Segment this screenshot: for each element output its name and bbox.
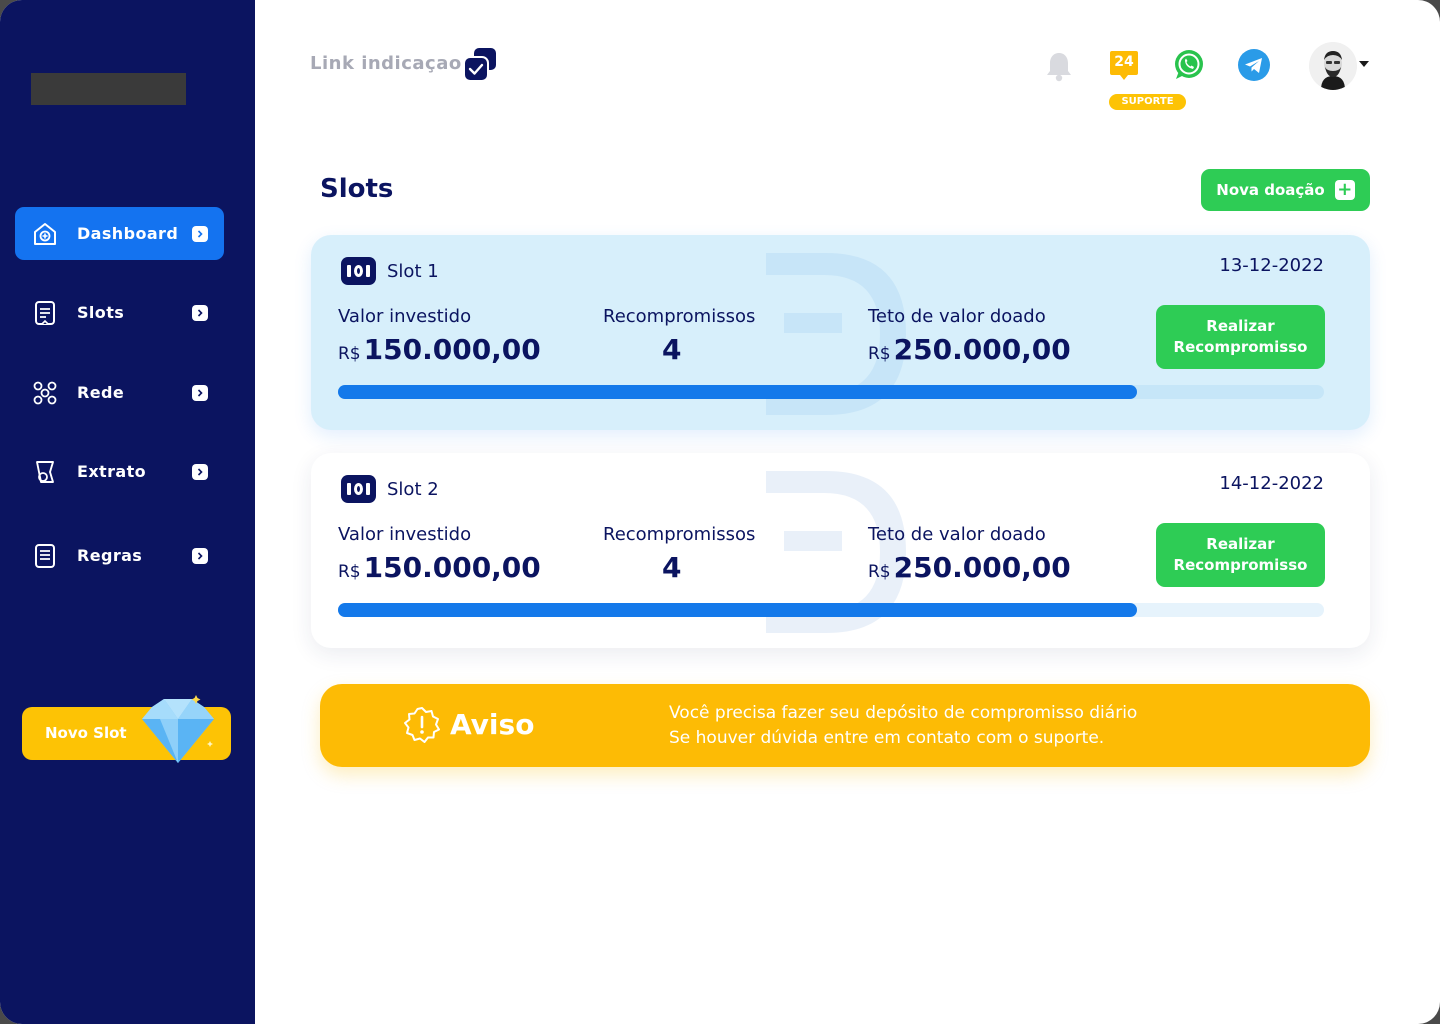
- slot-card: Slot 1 13-12-2022 Valor investido R$ 150.…: [311, 235, 1370, 430]
- invested-value: R$ 150.000,00: [338, 551, 541, 584]
- chevron-right-icon: [192, 463, 208, 480]
- page-title: Slots: [320, 174, 394, 204]
- warning-badge-icon: [403, 706, 441, 748]
- progress-fill: [338, 385, 1137, 399]
- slot-name: Slot 2: [387, 479, 439, 500]
- nova-doacao-label: Nova doação: [1216, 181, 1325, 199]
- slot-icon: [341, 475, 376, 503]
- novo-slot-label: Novo Slot: [45, 724, 127, 742]
- avatar[interactable]: [1309, 42, 1357, 90]
- copy-link-icon[interactable]: [462, 46, 498, 86]
- statement-icon: [31, 458, 59, 486]
- cap-value: R$ 250.000,00: [868, 551, 1071, 584]
- sidebar-item-regras[interactable]: Regras: [15, 529, 224, 582]
- realizar-recompromisso-button[interactable]: Realizar Recompromisso: [1156, 523, 1325, 587]
- chevron-right-icon: [192, 547, 208, 564]
- progress-fill: [338, 603, 1137, 617]
- referral-link-label: Link indicaçao: [310, 53, 462, 74]
- recommit-label: Recompromissos: [603, 306, 756, 327]
- slot-date: 14-12-2022: [1219, 473, 1324, 494]
- cap-label: Teto de valor doado: [868, 306, 1046, 327]
- sidebar-item-rede[interactable]: Rede: [15, 366, 224, 419]
- slot-date: 13-12-2022: [1219, 255, 1324, 276]
- diamond-icon: [136, 693, 220, 777]
- sidebar-item-label: Extrato: [77, 462, 147, 481]
- sidebar-item-slots[interactable]: Slots: [15, 286, 224, 339]
- progress-bar: [338, 603, 1324, 617]
- warning-banner: Aviso Você precisa fazer seu depósito de…: [320, 684, 1370, 767]
- support-24h-icon[interactable]: 24: [1109, 49, 1139, 87]
- network-icon: [31, 379, 59, 407]
- slot-icon: [341, 257, 376, 285]
- recommit-label: Recompromissos: [603, 524, 756, 545]
- whatsapp-icon[interactable]: [1173, 49, 1205, 85]
- telegram-icon[interactable]: [1238, 49, 1270, 85]
- chevron-right-icon: [192, 304, 208, 321]
- chevron-right-icon: [192, 384, 208, 401]
- warning-message: Você precisa fazer seu depósito de compr…: [669, 701, 1137, 751]
- support-badge[interactable]: SUPORTE: [1109, 94, 1186, 110]
- sidebar-item-label: Rede: [77, 383, 125, 402]
- chevron-right-icon: [192, 225, 208, 242]
- bell-icon[interactable]: [1045, 50, 1073, 86]
- logo-placeholder: [31, 73, 186, 105]
- slot-name: Slot 1: [387, 261, 439, 282]
- nova-doacao-button[interactable]: Nova doação +: [1201, 169, 1370, 211]
- invested-label: Valor investido: [338, 524, 472, 545]
- support-hours: 24: [1114, 54, 1134, 70]
- novo-slot-button[interactable]: Novo Slot: [22, 695, 231, 763]
- sidebar-item-extrato[interactable]: Extrato: [15, 445, 224, 498]
- sidebar: Dashboard Slots Rede Extrato Regras Novo…: [0, 0, 255, 1024]
- warning-line: Se houver dúvida entre em contato com o …: [669, 728, 1105, 748]
- app-frame: Dashboard Slots Rede Extrato Regras Novo…: [0, 0, 1440, 1024]
- progress-bar: [338, 385, 1324, 399]
- rules-icon: [31, 542, 59, 570]
- plus-icon: +: [1334, 180, 1355, 200]
- warning-line: Você precisa fazer seu depósito de compr…: [669, 703, 1138, 723]
- chevron-down-icon[interactable]: [1359, 61, 1369, 67]
- realizar-recompromisso-button[interactable]: Realizar Recompromisso: [1156, 305, 1325, 369]
- slot-card: Slot 2 14-12-2022 Valor investido R$ 150.…: [311, 453, 1370, 648]
- cap-label: Teto de valor doado: [868, 524, 1046, 545]
- sidebar-item-dashboard[interactable]: Dashboard: [15, 207, 224, 260]
- document-icon: [31, 299, 59, 327]
- recommit-value: 4: [662, 551, 682, 584]
- warning-title: Aviso: [450, 708, 535, 741]
- button-line: Realizar: [1206, 317, 1275, 335]
- sidebar-item-label: Regras: [77, 546, 143, 565]
- button-line: Recompromisso: [1173, 556, 1308, 574]
- invested-label: Valor investido: [338, 306, 472, 327]
- sidebar-item-label: Dashboard: [77, 224, 179, 243]
- cap-value: R$ 250.000,00: [868, 333, 1071, 366]
- home-icon: [31, 220, 59, 248]
- button-line: Recompromisso: [1173, 338, 1308, 356]
- sidebar-item-label: Slots: [77, 303, 125, 322]
- invested-value: R$ 150.000,00: [338, 333, 541, 366]
- button-line: Realizar: [1206, 535, 1275, 553]
- recommit-value: 4: [662, 333, 682, 366]
